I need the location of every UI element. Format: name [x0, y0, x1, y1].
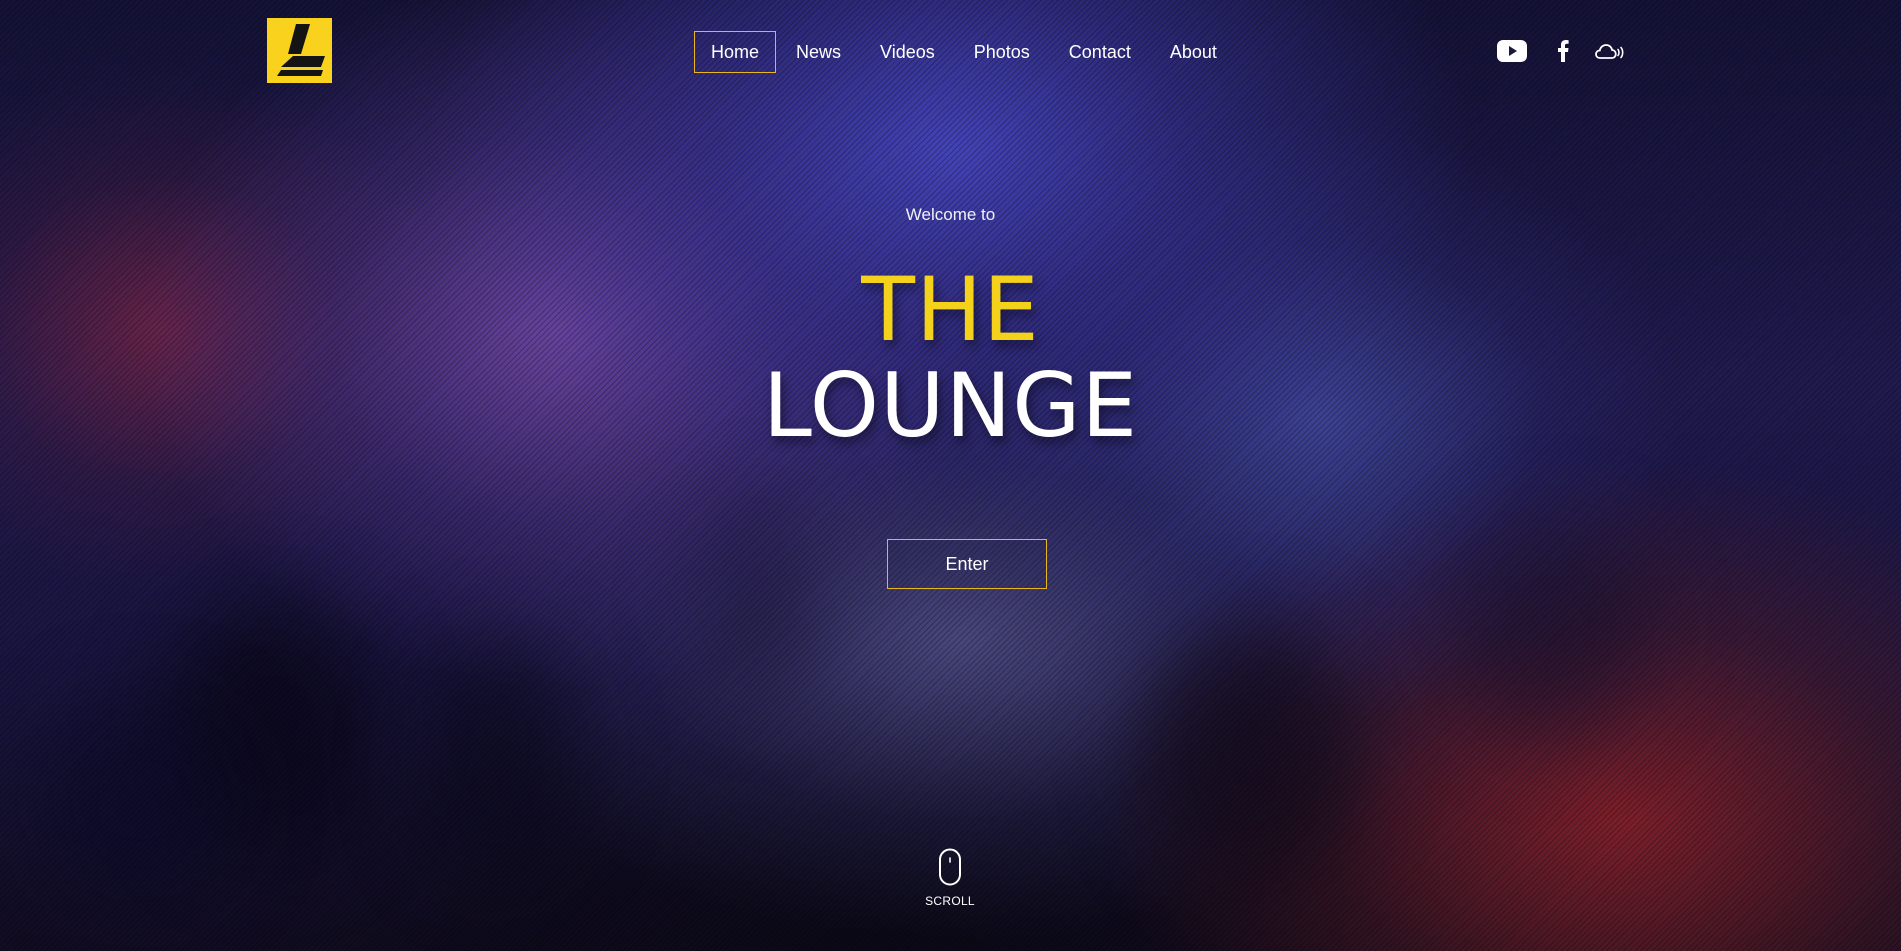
nav-item-videos[interactable]: Videos: [861, 31, 954, 73]
nav-item-contact[interactable]: Contact: [1050, 31, 1150, 73]
youtube-link[interactable]: [1496, 36, 1528, 66]
stylized-L-logo-icon: [277, 24, 325, 76]
soundcloud-link[interactable]: [1594, 36, 1626, 66]
soundcloud-icon: [1595, 44, 1624, 59]
facebook-link[interactable]: [1554, 36, 1572, 66]
youtube-icon: [1497, 40, 1527, 62]
nav-item-about[interactable]: About: [1151, 31, 1236, 73]
social-links: [1496, 36, 1626, 66]
nav-item-home[interactable]: Home: [694, 31, 777, 73]
page: Home News Videos Photos Contact About We…: [0, 0, 1901, 951]
nav-item-photos[interactable]: Photos: [955, 31, 1049, 73]
scroll-indicator[interactable]: SCROLL: [900, 848, 1000, 908]
enter-button[interactable]: Enter: [887, 539, 1047, 589]
site-logo[interactable]: [267, 18, 332, 83]
welcome-text: Welcome to: [905, 205, 996, 224]
nav-item-news[interactable]: News: [777, 31, 860, 73]
scroll-label: SCROLL: [925, 894, 975, 908]
facebook-icon: [1558, 40, 1569, 62]
hero-title-lounge: LOUNGE: [762, 354, 1139, 457]
main-nav: Home News Videos Photos Contact About: [694, 31, 1237, 73]
hero-title-the: THE: [861, 258, 1040, 361]
diagonal-line-overlay: [0, 0, 1901, 951]
mouse-scroll-icon: [939, 848, 961, 886]
